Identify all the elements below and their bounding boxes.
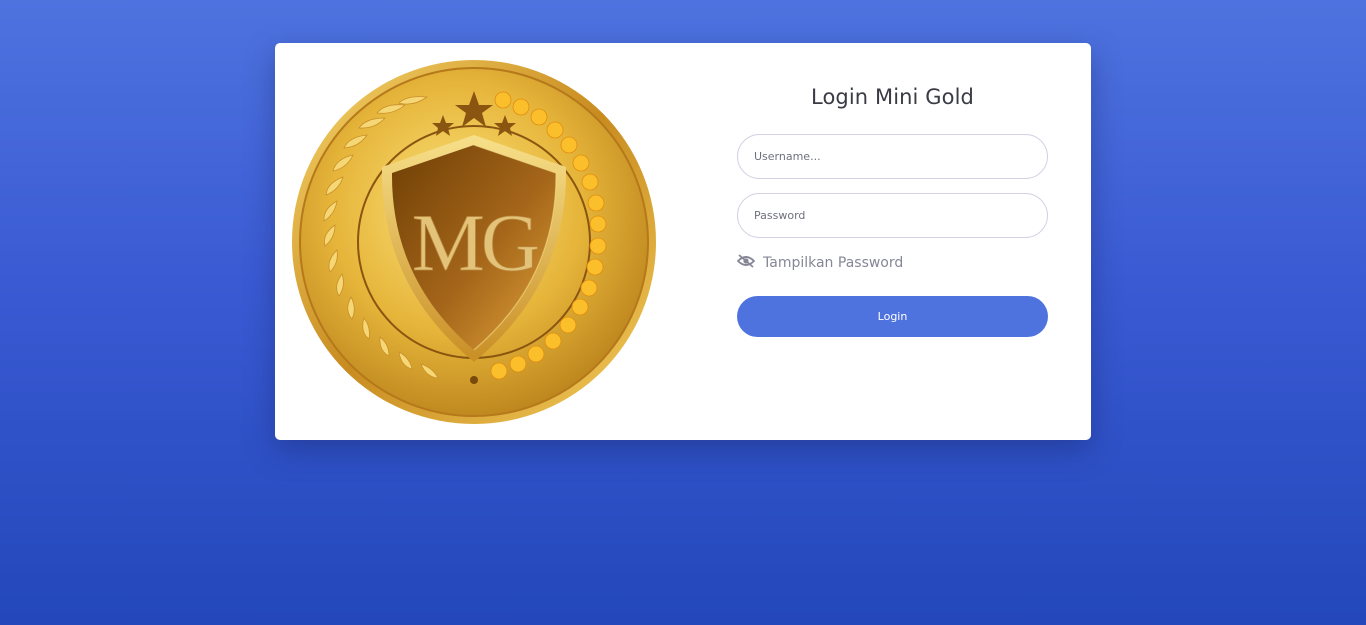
show-password-label: Tampilkan Password bbox=[763, 255, 904, 271]
login-form: Login Mini Gold Tampilkan Password Login bbox=[736, 43, 1048, 337]
password-input[interactable] bbox=[737, 193, 1048, 238]
show-password-toggle[interactable]: Tampilkan Password bbox=[736, 254, 904, 272]
page-title: Login Mini Gold bbox=[811, 85, 974, 109]
logo-text: MG bbox=[412, 197, 538, 288]
login-card: MG Login Mini Gold Tampilkan Password Lo… bbox=[275, 43, 1091, 440]
eye-slash-icon bbox=[736, 254, 756, 272]
username-input[interactable] bbox=[737, 134, 1048, 179]
mini-gold-coin-logo: MG bbox=[285, 55, 665, 430]
login-button[interactable]: Login bbox=[737, 296, 1048, 337]
